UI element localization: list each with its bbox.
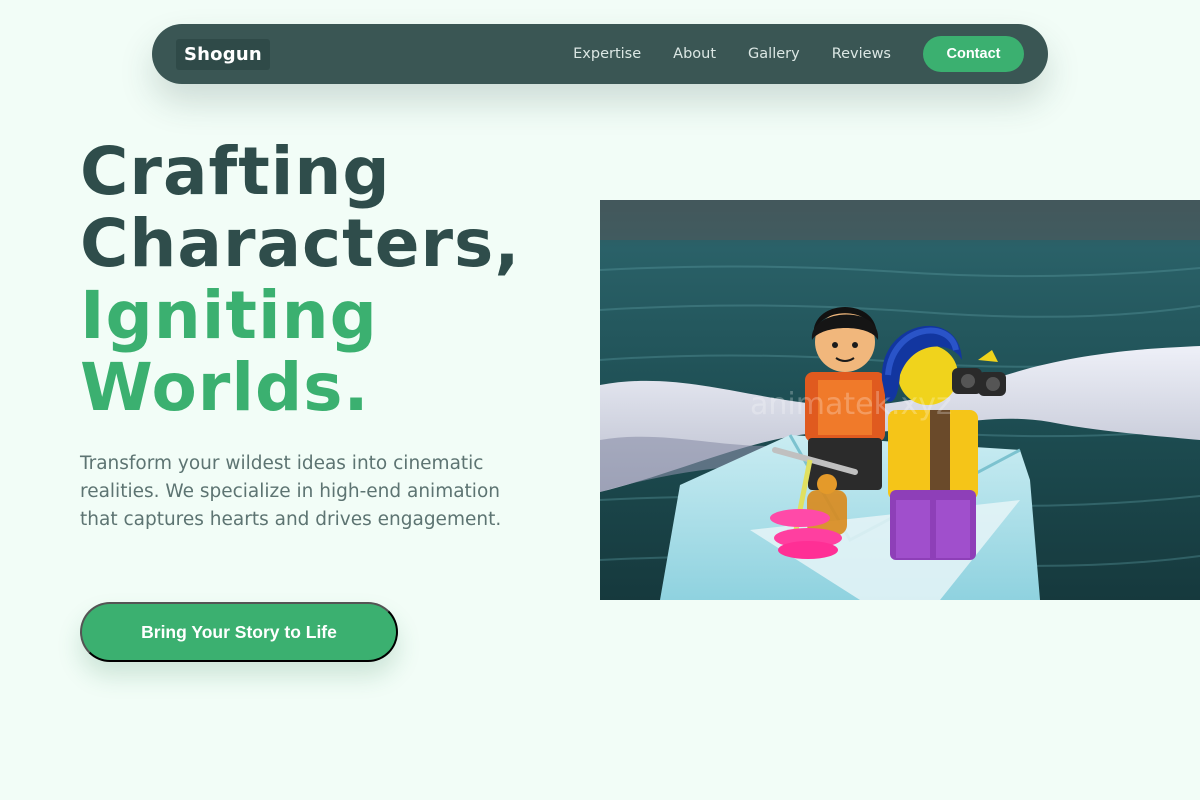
nav-links: Expertise About Gallery Reviews xyxy=(573,46,891,62)
navbar: Shogun Expertise About Gallery Reviews C… xyxy=(152,24,1048,84)
hero-title-line-2: Characters, xyxy=(80,205,521,282)
hero-title-line-3: Igniting xyxy=(80,277,378,354)
hero-title-line-4: Worlds. xyxy=(80,349,370,426)
contact-button[interactable]: Contact xyxy=(923,36,1024,72)
hero-title: Crafting Characters, Igniting Worlds. xyxy=(80,136,600,424)
watermark-text: animatek.xyz xyxy=(750,387,952,422)
hero-description: Transform your wildest ideas into cinema… xyxy=(80,453,502,530)
logo[interactable]: Shogun xyxy=(176,38,270,70)
nav-link-expertise[interactable]: Expertise xyxy=(573,46,641,62)
hero-image-illustration: animatek.xyz xyxy=(600,200,1200,600)
nav-link-about[interactable]: About xyxy=(673,46,716,62)
hero-title-line-1: Crafting xyxy=(80,133,391,210)
bring-story-to-life-button[interactable]: Bring Your Story to Life xyxy=(80,602,398,662)
page: Shogun Expertise About Gallery Reviews C… xyxy=(0,0,1200,800)
hero-image: animatek.xyz xyxy=(600,200,1200,600)
nav-link-reviews[interactable]: Reviews xyxy=(832,46,891,62)
nav-link-gallery[interactable]: Gallery xyxy=(748,46,800,62)
